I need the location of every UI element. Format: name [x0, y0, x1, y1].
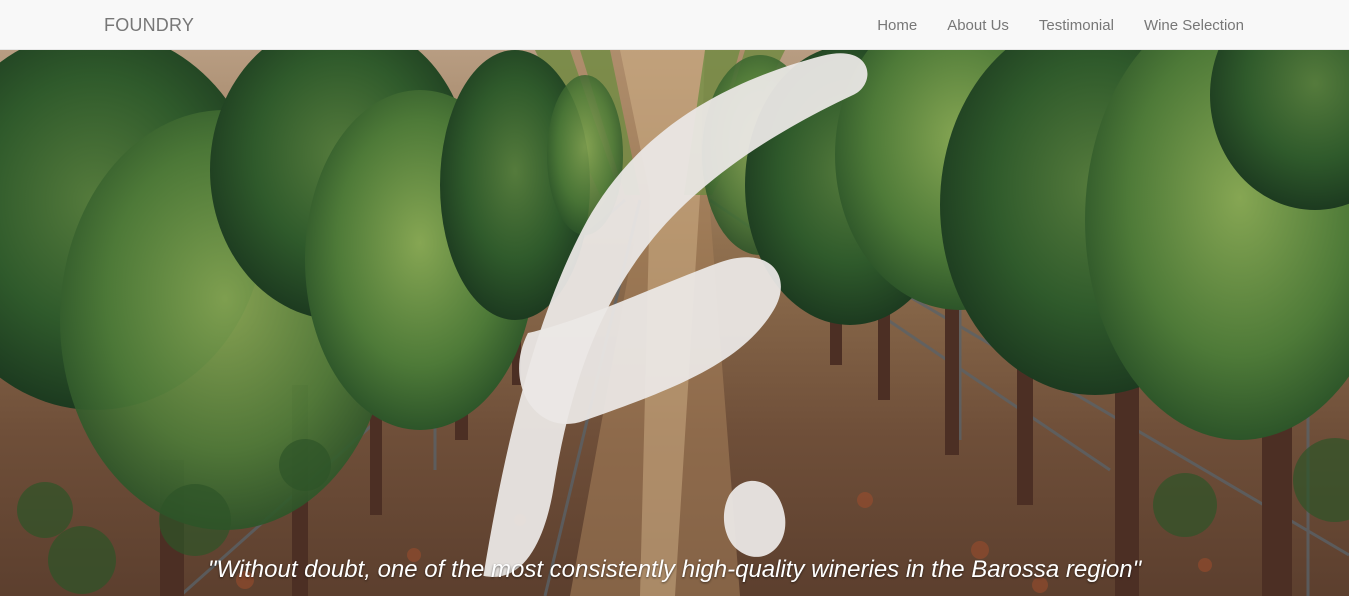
nav-home-link[interactable]: Home [877, 17, 917, 34]
brush-stroke-f-icon [483, 53, 868, 577]
top-navbar: FOUNDRY Home About Us Testimonial Wine S… [0, 0, 1349, 50]
nav-about-us-link[interactable]: About Us [947, 17, 1009, 34]
hero-section: "Without doubt, one of the most consiste… [0, 50, 1349, 596]
main-navigation: Home About Us Testimonial Wine Selection [847, 0, 1244, 50]
nav-wine-selection-link[interactable]: Wine Selection [1144, 17, 1244, 34]
testimonial-quote: "Without doubt, one of the most consiste… [207, 556, 1142, 583]
nav-testimonial-link[interactable]: Testimonial [1039, 17, 1114, 34]
brand-link[interactable]: FOUNDRY [104, 0, 194, 50]
